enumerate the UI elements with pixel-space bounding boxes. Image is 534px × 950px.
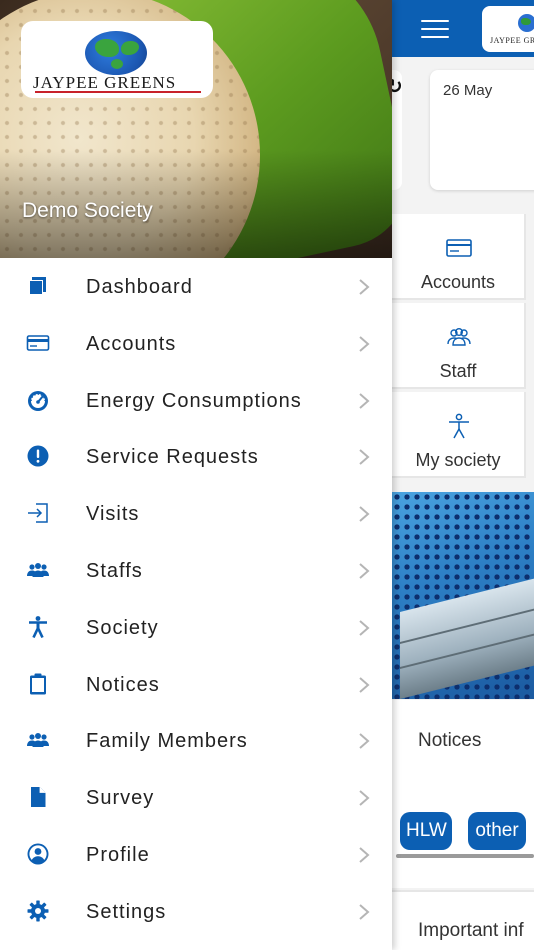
tile-staff[interactable]: Staff [392,303,526,389]
menu-icon[interactable] [421,20,449,38]
dashboard-icon [26,274,50,298]
date-card[interactable]: 26 May [430,70,534,190]
chevron-right-icon [357,789,371,807]
notice-chip-other[interactable]: other [468,812,526,850]
chevron-right-icon [357,335,371,353]
menu-item-label: Society [86,616,159,639]
app-bar: JAYPEE GREENS [392,0,534,57]
menu-item-label: Survey [86,787,155,810]
app-bar-logo-text: JAYPEE GREENS [490,36,534,45]
jaypee-greens-logo: JAYPEE GREENS [21,21,213,98]
notices-card: Notices HLW other [392,700,534,888]
important-info-title: Important inf [418,920,524,941]
drawer-menu: Dashboard Accounts Energy Consumptions S… [0,258,392,940]
globe-icon [518,14,534,32]
chevron-right-icon [357,448,371,466]
gear-icon [26,899,50,923]
drawer-header: JAYPEE GREENS Demo Society [0,0,392,258]
chevron-right-icon [357,392,371,410]
chevron-right-icon [357,619,371,637]
accessibility-icon [26,615,50,639]
group-icon [26,728,50,752]
tile-staff-label: Staff [439,361,477,381]
menu-item-label: Family Members [86,730,248,753]
logo-text: JAYPEE GREENS [33,73,177,92]
notice-chip-hlw[interactable]: HLW [400,812,452,850]
chevron-right-icon [357,903,371,921]
notices-title: Notices [418,730,482,751]
menu-item-label: Service Requests [86,446,259,469]
menu-item-settings[interactable]: Settings [0,883,392,940]
building-banner-image [392,492,534,699]
menu-item-label: Dashboard [86,276,193,298]
menu-item-label: Notices [86,673,160,696]
menu-item-label: Staffs [86,559,143,582]
menu-item-dashboard[interactable]: Dashboard [0,258,392,315]
people-icon [445,323,473,351]
chevron-right-icon [357,505,371,523]
refresh-icon[interactable]: ↻ [392,77,404,97]
chevron-right-icon [357,846,371,864]
menu-item-notices[interactable]: Notices [0,656,392,713]
menu-item-label: Visits [86,503,140,526]
globe-icon [85,31,147,75]
chevron-right-icon [357,732,371,750]
navigation-drawer: JAYPEE GREENS Demo Society Dashboard Acc… [0,0,392,950]
credit-card-icon [445,234,473,262]
society-name: Demo Society [22,199,153,222]
date-label: 26 May [443,82,493,99]
tile-accounts[interactable]: Accounts [392,214,526,300]
app-bar-logo: JAYPEE GREENS [482,6,534,52]
menu-item-family-members[interactable]: Family Members [0,712,392,769]
chevron-right-icon [357,562,371,580]
menu-item-society[interactable]: Society [0,599,392,656]
menu-item-visits[interactable]: Visits [0,485,392,542]
credit-card-icon [26,331,50,355]
important-info-card[interactable]: Important inf [392,890,534,950]
banner-glass-facade [400,578,534,699]
menu-item-survey[interactable]: Survey [0,769,392,826]
notices-scrollbar[interactable] [396,854,534,858]
home-screen: JAYPEE GREENS ↻ 26 May Accounts Staff My… [392,0,534,950]
group-icon [26,558,50,582]
menu-item-energy-consumptions[interactable]: Energy Consumptions [0,372,392,429]
menu-item-staffs[interactable]: Staffs [0,542,392,599]
tile-my-society-label: My society [415,450,501,470]
person-outline-icon [445,412,473,440]
menu-item-label: Settings [86,900,167,923]
menu-item-service-requests[interactable]: Service Requests [0,428,392,485]
tile-my-society[interactable]: My society [392,392,526,478]
menu-item-accounts[interactable]: Accounts [0,315,392,372]
logo-underline [35,91,201,93]
menu-item-label: Energy Consumptions [86,389,302,412]
alert-icon [26,444,50,468]
menu-item-label: Profile [86,843,150,866]
menu-item-profile[interactable]: Profile [0,826,392,883]
user-circle-icon [26,842,50,866]
speedometer-icon [26,388,50,412]
chevron-right-icon [357,278,371,296]
clipboard-icon [26,672,50,696]
sign-in-icon [26,501,50,525]
chevron-right-icon [357,676,371,694]
menu-item-label: Accounts [86,332,177,355]
tile-accounts-label: Accounts [420,272,496,292]
document-icon [26,785,50,809]
